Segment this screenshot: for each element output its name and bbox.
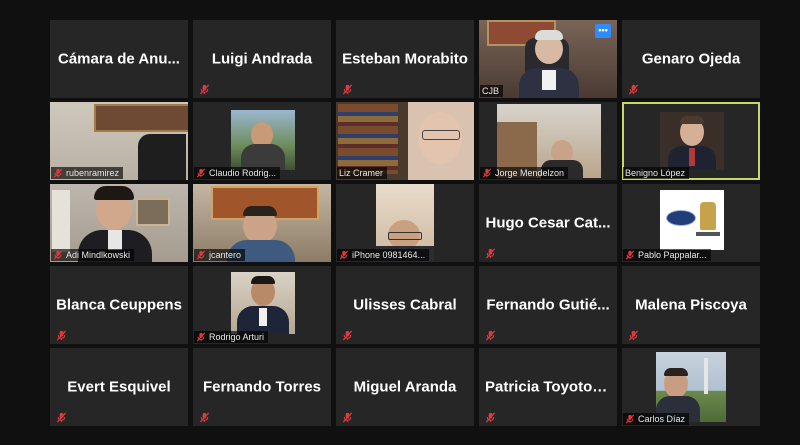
participant-tile[interactable]: Pablo Pappalar... bbox=[622, 184, 760, 262]
participant-video bbox=[231, 272, 295, 334]
participant-tile[interactable]: iPhone 0981464... bbox=[336, 184, 474, 262]
video-grid: Cámara de Anu... Luigi Andrada Esteban M… bbox=[50, 20, 760, 426]
participant-tile[interactable]: Luigi Andrada bbox=[193, 20, 331, 98]
microphone-muted-icon bbox=[485, 412, 496, 423]
participant-name: Cámara de Anu... bbox=[58, 50, 180, 68]
participant-tile[interactable]: Ulisses Cabral bbox=[336, 266, 474, 344]
microphone-muted-icon bbox=[199, 412, 210, 423]
microphone-muted-icon bbox=[482, 168, 492, 178]
participant-label: rubenramirez bbox=[51, 167, 124, 179]
microphone-muted-icon bbox=[196, 332, 206, 342]
participant-tile[interactable]: rubenramirez bbox=[50, 102, 188, 180]
microphone-muted-icon bbox=[485, 248, 496, 259]
participant-tile[interactable]: Fernando Gutié... bbox=[479, 266, 617, 344]
participant-name: Claudio Rodrig... bbox=[209, 168, 277, 178]
participant-tile[interactable]: Genaro Ojeda bbox=[622, 20, 760, 98]
participant-tile[interactable]: Cámara de Anu... bbox=[50, 20, 188, 98]
participant-name: Blanca Ceuppens bbox=[56, 296, 182, 314]
participant-name: Rodrigo Arturi bbox=[209, 332, 265, 342]
participant-tile[interactable]: Fernando Torres bbox=[193, 348, 331, 426]
participant-video bbox=[656, 352, 726, 422]
participant-tile[interactable]: Esteban Morabito bbox=[336, 20, 474, 98]
participant-name: Benigno López bbox=[625, 168, 686, 178]
microphone-muted-icon bbox=[196, 168, 206, 178]
participant-label: Rodrigo Arturi bbox=[194, 331, 269, 343]
microphone-muted-icon bbox=[628, 330, 639, 341]
participant-tile[interactable]: Miguel Aranda bbox=[336, 348, 474, 426]
participant-label: Claudio Rodrig... bbox=[194, 167, 281, 179]
participant-name: Adi Mindlkowski bbox=[66, 250, 131, 260]
participant-name: Fernando Gutié... bbox=[486, 296, 610, 314]
participant-name: rubenramirez bbox=[66, 168, 120, 178]
participant-label: jcantero bbox=[194, 249, 246, 261]
participant-logo bbox=[660, 190, 724, 250]
microphone-muted-icon bbox=[628, 84, 639, 95]
participant-tile[interactable]: Adi Mindlkowski bbox=[50, 184, 188, 262]
participant-label: Benigno López bbox=[623, 167, 690, 179]
microphone-muted-icon bbox=[339, 250, 349, 260]
participant-name: Esteban Morabito bbox=[342, 50, 468, 68]
participant-tile[interactable]: Patricia Toyotoshi bbox=[479, 348, 617, 426]
participant-tile[interactable]: Rodrigo Arturi bbox=[193, 266, 331, 344]
ford-logo-icon bbox=[666, 210, 696, 226]
participant-tile[interactable]: Jorge Mendelzon bbox=[479, 102, 617, 180]
participant-name: jcantero bbox=[209, 250, 242, 260]
participant-name: Carlos Díaz bbox=[638, 414, 686, 424]
microphone-muted-icon bbox=[53, 168, 63, 178]
microphone-muted-icon bbox=[625, 250, 635, 260]
participant-name: Liz Cramer bbox=[339, 168, 384, 178]
microphone-muted-icon bbox=[342, 412, 353, 423]
participant-label: iPhone 0981464... bbox=[337, 249, 430, 261]
microphone-muted-icon bbox=[53, 250, 63, 260]
participant-name: Pablo Pappalar... bbox=[638, 250, 707, 260]
participant-name: Malena Piscoya bbox=[635, 296, 747, 314]
microphone-muted-icon bbox=[485, 330, 496, 341]
participant-video bbox=[660, 112, 724, 170]
participant-tile-active-speaker[interactable]: Benigno López bbox=[622, 102, 760, 180]
microphone-muted-icon bbox=[342, 330, 353, 341]
microphone-muted-icon bbox=[199, 84, 210, 95]
participant-name: Patricia Toyotoshi bbox=[485, 378, 614, 396]
participant-name: Fernando Torres bbox=[202, 378, 322, 396]
participant-tile[interactable]: Liz Cramer bbox=[336, 102, 474, 180]
participant-label: Carlos Díaz bbox=[623, 413, 690, 425]
participant-tile[interactable]: Blanca Ceuppens bbox=[50, 266, 188, 344]
participant-video bbox=[231, 110, 295, 170]
participant-tile[interactable]: jcantero bbox=[193, 184, 331, 262]
participant-tile[interactable]: Evert Esquivel bbox=[50, 348, 188, 426]
participant-label: Liz Cramer bbox=[337, 167, 388, 179]
participant-name: Ulisses Cabral bbox=[353, 296, 457, 314]
participant-name: iPhone 0981464... bbox=[352, 250, 426, 260]
participant-name: Evert Esquivel bbox=[67, 378, 171, 396]
microphone-muted-icon bbox=[342, 84, 353, 95]
microphone-muted-icon bbox=[56, 412, 67, 423]
participant-name: CJB bbox=[482, 86, 500, 96]
participant-name: Jorge Mendelzon bbox=[495, 168, 565, 178]
participant-name: Luigi Andrada bbox=[211, 50, 313, 68]
participant-tile[interactable]: Carlos Díaz bbox=[622, 348, 760, 426]
participant-label: Pablo Pappalar... bbox=[623, 249, 711, 261]
participant-label: CJB bbox=[480, 85, 504, 97]
microphone-muted-icon bbox=[56, 330, 67, 341]
trophy-emblem-icon bbox=[700, 202, 716, 230]
participant-tile[interactable]: Malena Piscoya bbox=[622, 266, 760, 344]
participant-name: Hugo Cesar Cat... bbox=[485, 214, 611, 232]
participant-tile[interactable]: Hugo Cesar Cat... bbox=[479, 184, 617, 262]
participant-label: Adi Mindlkowski bbox=[51, 249, 135, 261]
microphone-muted-icon bbox=[196, 250, 206, 260]
microphone-muted-icon bbox=[625, 414, 635, 424]
participant-name: Genaro Ojeda bbox=[641, 50, 741, 68]
ellipsis-icon[interactable]: ••• bbox=[595, 24, 611, 38]
participant-name: Miguel Aranda bbox=[353, 378, 457, 396]
participant-label: Jorge Mendelzon bbox=[480, 167, 569, 179]
participant-tile[interactable]: ••• CJB bbox=[479, 20, 617, 98]
participant-tile[interactable]: Claudio Rodrig... bbox=[193, 102, 331, 180]
